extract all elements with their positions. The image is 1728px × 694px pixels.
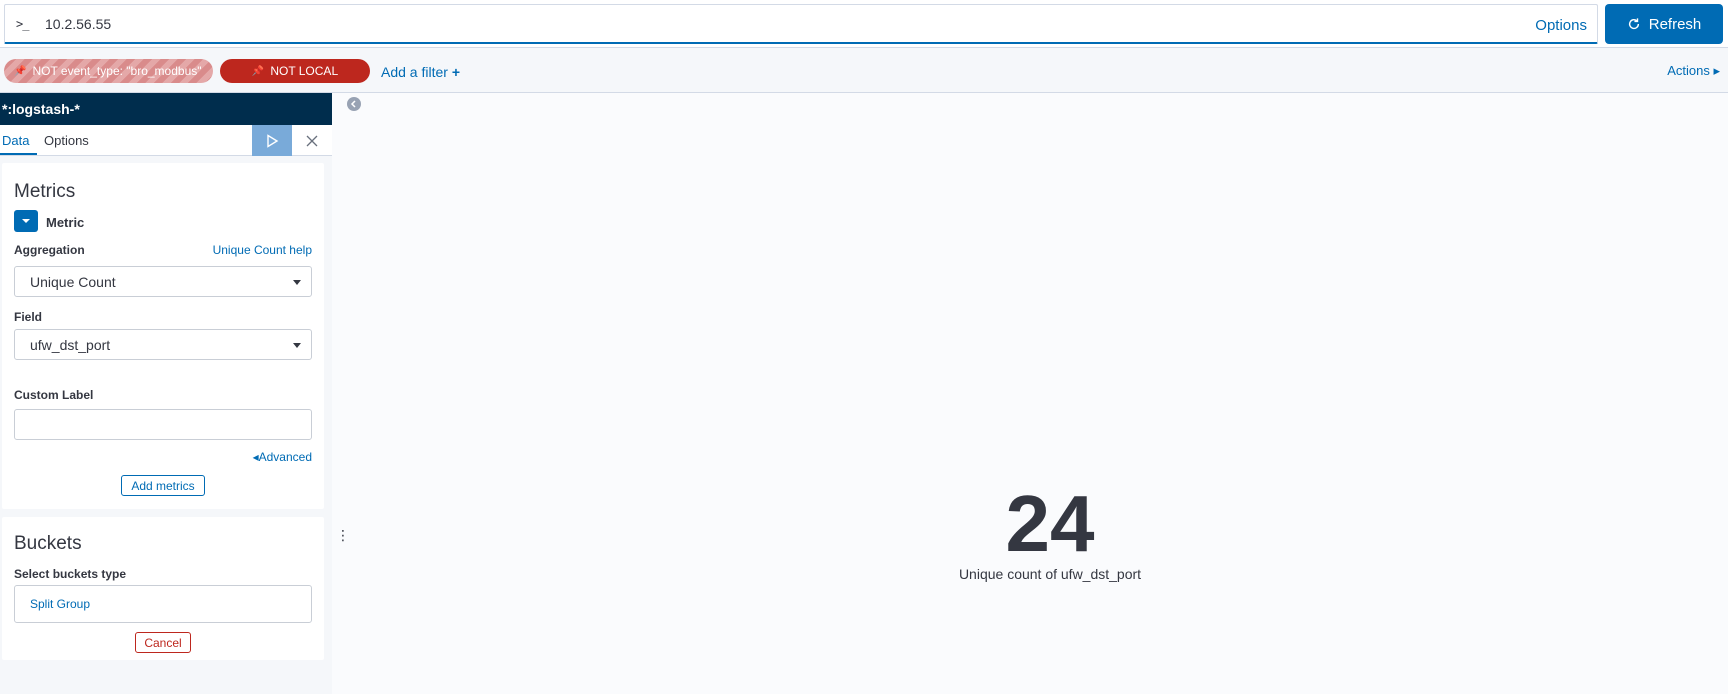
caret-down-icon — [293, 343, 301, 348]
chevron-down-icon — [22, 219, 30, 223]
metric-collapse-toggle[interactable] — [14, 210, 38, 232]
custom-label-input[interactable] — [14, 409, 312, 440]
visualization-area — [332, 93, 1728, 694]
aggregation-select[interactable]: Unique Count — [14, 266, 312, 297]
actions-menu[interactable]: Actions ▸ — [1667, 63, 1720, 79]
discard-changes-button[interactable] — [302, 131, 322, 151]
custom-label-label: Custom Label — [14, 388, 94, 402]
metrics-title: Metrics — [14, 181, 76, 202]
filter-bar: 📌 NOT event_type: "bro_modbus" 📌 NOT LOC… — [0, 49, 1728, 93]
field-value: ufw_dst_port — [30, 337, 111, 353]
advanced-toggle-link[interactable]: ◂Advanced — [253, 450, 312, 464]
filter-label: NOT LOCAL — [270, 64, 339, 78]
pin-icon: 📌 — [251, 65, 265, 77]
tab-options[interactable]: Options — [44, 133, 89, 148]
query-options-link[interactable]: Options — [1535, 17, 1587, 34]
caret-right-icon: ▸ — [1713, 63, 1720, 78]
caret-down-icon — [293, 280, 301, 285]
refresh-label: Refresh — [1648, 15, 1702, 33]
buckets-title: Buckets — [14, 533, 82, 554]
play-icon — [267, 133, 279, 148]
search-query-text[interactable]: 10.2.56.55 — [45, 16, 111, 32]
add-metrics-button[interactable]: Add metrics — [121, 475, 205, 496]
index-pattern-title: *:logstash-* — [0, 93, 332, 125]
add-filter-link[interactable]: Add a filter + — [381, 64, 460, 80]
terminal-prompt-icon: >_ — [16, 17, 29, 31]
metric-label: Unique count of ufw_dst_port — [958, 566, 1142, 582]
field-select[interactable]: ufw_dst_port — [14, 329, 312, 360]
aggregation-value: Unique Count — [30, 274, 116, 290]
cancel-button[interactable]: Cancel — [135, 632, 191, 653]
split-group-option[interactable]: Split Group — [14, 585, 312, 623]
plus-icon: + — [451, 64, 461, 80]
add-filter-label: Add a filter — [381, 64, 448, 80]
chevron-left-icon — [350, 100, 356, 108]
refresh-icon — [1628, 18, 1639, 30]
editor-tabs: Data Options — [0, 125, 332, 156]
close-icon — [306, 135, 318, 147]
filter-pill-disabled[interactable]: 📌 NOT event_type: "bro_modbus" — [4, 59, 213, 83]
buckets-panel: Buckets Select buckets type Split Group … — [2, 517, 324, 660]
filter-label: NOT event_type: "bro_modbus" — [32, 64, 202, 78]
actions-label: Actions — [1667, 63, 1710, 78]
collapse-sidebar-button[interactable] — [347, 97, 361, 111]
metric-value: 24 — [1005, 479, 1095, 568]
search-input[interactable]: >_ 10.2.56.55 Options — [4, 4, 1598, 44]
resize-handle[interactable]: ⋮ — [336, 528, 350, 542]
filter-pill-active[interactable]: 📌 NOT LOCAL — [220, 59, 370, 83]
apply-changes-button[interactable] — [252, 125, 292, 156]
advanced-label: Advanced — [258, 450, 312, 464]
field-label: Field — [14, 310, 43, 324]
metrics-panel: Metrics Metric Aggregation Unique Count … — [2, 163, 324, 509]
tab-data[interactable]: Data — [0, 133, 39, 155]
aggregation-label: Aggregation — [14, 243, 85, 257]
refresh-button[interactable]: Refresh — [1605, 4, 1723, 44]
editor-sidebar: *:logstash-* Data Options Metrics Metric… — [0, 93, 332, 694]
pin-icon: 📌 — [14, 65, 27, 77]
metric-title: Metric — [46, 215, 85, 230]
unique-count-help-link[interactable]: Unique Count help — [213, 243, 312, 257]
buckets-type-label: Select buckets type — [14, 567, 127, 581]
query-bar: >_ 10.2.56.55 Options Refresh — [0, 0, 1728, 48]
